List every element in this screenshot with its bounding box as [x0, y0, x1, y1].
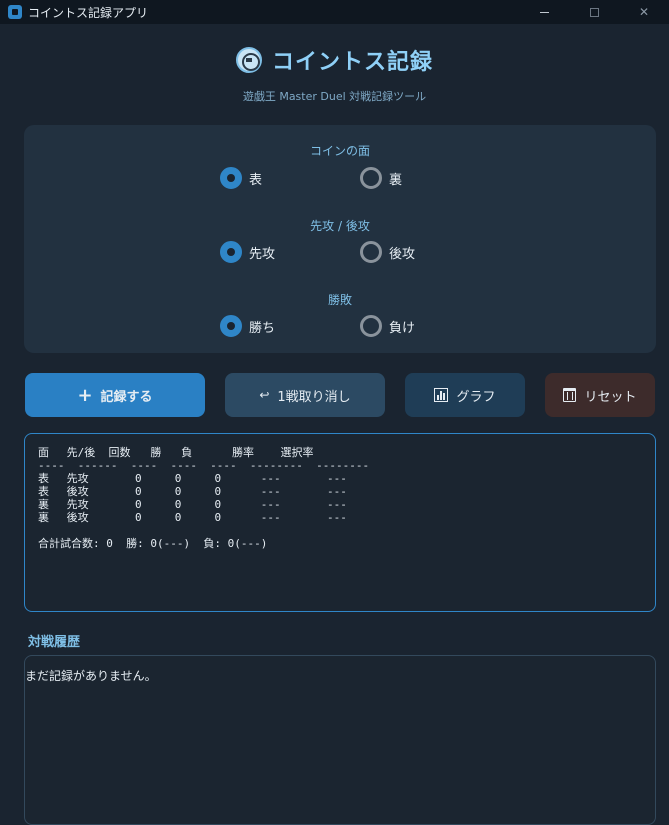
history-empty-message: まだ記録がありません。 — [25, 669, 157, 683]
history-textbox[interactable]: まだ記録がありません。 — [24, 655, 656, 825]
coin-icon — [235, 47, 262, 73]
bar-chart-icon — [434, 388, 449, 402]
radio-unchecked-icon — [360, 167, 382, 189]
maximize-icon — [589, 7, 599, 17]
close-icon: ✕ — [638, 5, 650, 19]
plus-icon: + — [77, 384, 93, 406]
radio-label: 先攻 — [249, 246, 276, 262]
turn-order-label: 先攻 / 後攻 — [310, 219, 370, 233]
graph-button[interactable]: グラフ — [405, 373, 525, 417]
app-header: コイントス記録 遊戯王 Master Duel 対戦記録ツール — [0, 44, 669, 104]
undo-icon: ↩ — [259, 388, 270, 402]
radio-turn-second[interactable]: 後攻 — [360, 241, 415, 263]
window-controls: ✕ — [519, 0, 669, 24]
minimize-button[interactable] — [519, 0, 569, 24]
page-subtitle: 遊戯王 Master Duel 対戦記録ツール — [242, 90, 427, 103]
page-title: コイントス記録 — [271, 50, 433, 75]
app-icon — [8, 5, 22, 19]
graph-button-label: グラフ — [456, 389, 496, 405]
radio-coin-face-tails[interactable]: 裏 — [360, 167, 402, 189]
undo-button[interactable]: ↩ 1戦取り消し — [225, 373, 385, 417]
title-bar: コイントス記録アプリ ✕ — [0, 0, 669, 24]
window-title: コイントス記録アプリ — [28, 5, 149, 20]
stats-text: 面 先/後 回数 勝 負 勝率 選択率 ---- ------ ---- ---… — [38, 446, 370, 550]
radio-coin-face-heads[interactable]: 表 — [220, 167, 262, 189]
record-button-label: 記録する — [100, 389, 153, 405]
radio-label: 負け — [389, 320, 416, 336]
stats-textbox[interactable]: 面 先/後 回数 勝 負 勝率 選択率 ---- ------ ---- ---… — [24, 433, 656, 612]
trash-icon — [563, 388, 577, 402]
radio-label: 後攻 — [389, 246, 416, 262]
radio-checked-icon — [220, 241, 242, 263]
options-panel: コインの面 表 裏 先攻 / 後攻 先攻 後攻 勝敗 勝ち 負け — [24, 125, 656, 353]
radio-checked-icon — [220, 315, 242, 337]
radio-result-win[interactable]: 勝ち — [220, 315, 275, 337]
radio-checked-icon — [220, 167, 242, 189]
result-label: 勝敗 — [327, 293, 352, 307]
undo-button-label: 1戦取り消し — [277, 389, 351, 405]
radio-label: 勝ち — [249, 320, 276, 336]
reset-button[interactable]: リセット — [545, 373, 655, 417]
history-label: 対戦履歴 — [28, 635, 81, 650]
radio-turn-first[interactable]: 先攻 — [220, 241, 275, 263]
radio-label: 裏 — [389, 172, 403, 188]
radio-unchecked-icon — [360, 315, 382, 337]
radio-label: 表 — [249, 172, 263, 188]
radio-unchecked-icon — [360, 241, 382, 263]
minimize-icon — [539, 11, 549, 13]
coin-face-label: コインの面 — [309, 144, 370, 158]
maximize-button[interactable] — [569, 0, 619, 24]
radio-result-lose[interactable]: 負け — [360, 315, 415, 337]
record-button[interactable]: + 記録する — [25, 373, 205, 417]
reset-button-label: リセット — [584, 389, 637, 405]
close-button[interactable]: ✕ — [619, 0, 669, 24]
